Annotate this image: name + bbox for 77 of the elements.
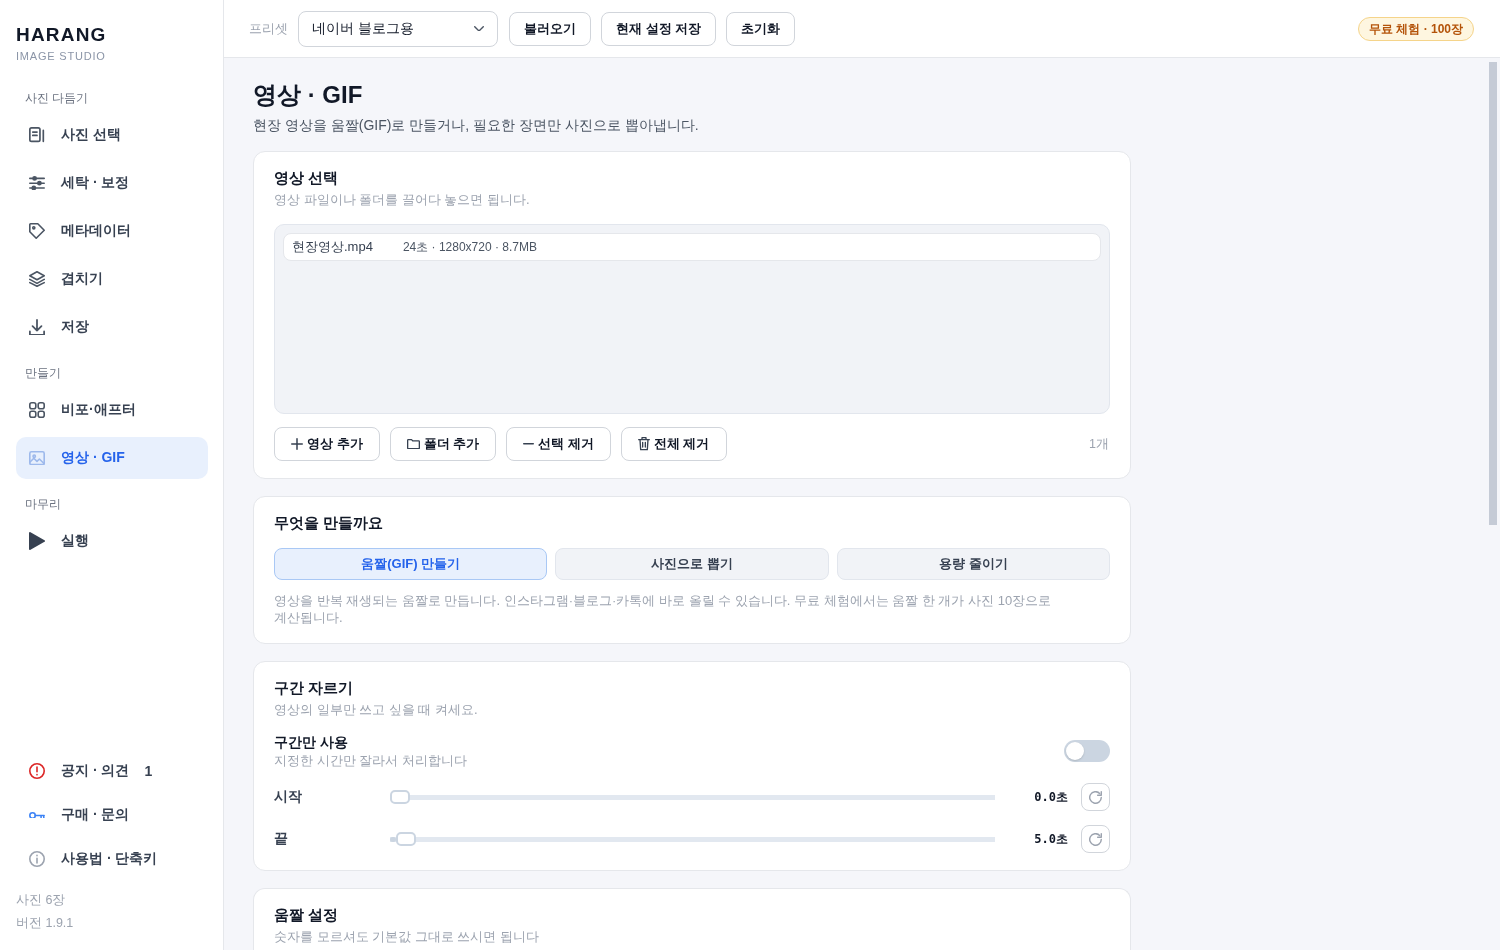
layers-icon bbox=[29, 271, 45, 287]
file-row[interactable]: 현장영상.mp4 24초 · 1280x720 · 8.7MB bbox=[283, 233, 1101, 261]
play-icon bbox=[29, 532, 45, 550]
action-button[interactable]: 전체 제거 bbox=[620, 427, 727, 461]
page-title: 영상 · GIF bbox=[253, 80, 363, 110]
action-button[interactable]: 폴더 추가 bbox=[389, 427, 497, 461]
minus-icon bbox=[523, 443, 535, 445]
notice-count: 1 bbox=[144, 763, 153, 779]
trash-icon bbox=[637, 437, 650, 451]
folder-icon bbox=[406, 438, 420, 450]
sidebar-link[interactable]: 사용법 · 단축키 bbox=[29, 850, 158, 868]
action-button[interactable]: 선택 제거 bbox=[506, 427, 611, 461]
page-subtitle: 현장 영상을 움짤(GIF)로 만들거나, 필요한 장면만 사진으로 뽑아냅니다. bbox=[253, 116, 699, 135]
sidebar-item[interactable]: 비포·애프터 bbox=[16, 389, 208, 431]
card-title: 움짤 설정 bbox=[274, 905, 339, 925]
refresh-icon bbox=[1089, 832, 1102, 846]
app-logo-text: HARANG bbox=[16, 24, 107, 46]
file-count: 1개 bbox=[1089, 435, 1109, 453]
chevron-down-icon bbox=[474, 25, 484, 32]
scrollbar-thumb[interactable] bbox=[1489, 62, 1497, 525]
status-text: 버전 1.9.1 bbox=[16, 915, 74, 932]
download-icon bbox=[29, 318, 45, 336]
file-details: 24초 · 1280x720 · 8.7MB bbox=[402, 238, 537, 256]
mode-option[interactable]: 사진으로 뽑기 bbox=[555, 548, 829, 580]
toolbar-button[interactable]: 불러오기 bbox=[509, 11, 591, 46]
slider-thumb[interactable] bbox=[390, 790, 410, 804]
card-title: 영상 선택 bbox=[274, 168, 339, 188]
mode-description: 영상을 반복 재생되는 움짤로 만듭니다. 인스타그램·블로그·카톡에 바로 올릴 수 있습니다. 무료 체험에서는 움짤 한 개가 사진 10장으로 계산됩니다. bbox=[274, 592, 1053, 626]
toggle-switch[interactable] bbox=[1064, 740, 1110, 762]
action-button[interactable]: 영상 추가 bbox=[274, 427, 380, 461]
slider-thumb[interactable] bbox=[395, 832, 416, 846]
sidebar-link[interactable]: 구매 · 문의 bbox=[29, 806, 130, 824]
slider-value: 5.0초 bbox=[1034, 830, 1068, 848]
sidebar-item[interactable]: 메타데이터 bbox=[16, 210, 208, 252]
sidebar-item[interactable]: 실행 bbox=[16, 520, 208, 562]
slider-value: 0.0초 bbox=[1034, 788, 1068, 806]
mode-option[interactable]: 움짤(GIF) 만들기 bbox=[274, 548, 548, 580]
preset-label: 프리셋 bbox=[249, 19, 288, 38]
app-tagline: IMAGE STUDIO bbox=[16, 49, 106, 63]
image-icon bbox=[29, 450, 45, 466]
reset-button[interactable] bbox=[1081, 783, 1110, 811]
mode-option[interactable]: 용량 줄이기 bbox=[836, 548, 1110, 580]
sidebar-item[interactable]: 저장 bbox=[16, 306, 208, 348]
sidebar-item[interactable]: 영상 · GIF bbox=[16, 437, 208, 479]
setting-description: 지정한 시간만 잘라서 처리합니다 bbox=[274, 752, 467, 770]
toolbar-button[interactable]: 현재 설정 저장 bbox=[601, 11, 717, 46]
sidebar-section-title: 마무리 bbox=[25, 497, 61, 512]
sidebar-link[interactable]: 공지 · 의견 bbox=[29, 762, 130, 780]
card-title: 무엇을 만들까요 bbox=[274, 513, 384, 533]
plan-badge: 무료 체험 · 100장 bbox=[1357, 16, 1474, 41]
file-list-icon bbox=[29, 127, 45, 143]
alert-icon bbox=[29, 763, 45, 779]
status-text: 사진 6장 bbox=[16, 892, 66, 909]
tag-icon bbox=[29, 223, 45, 239]
card-hint: 영상의 일부만 쓰고 싶을 때 켜세요. bbox=[274, 701, 478, 719]
sliders-icon bbox=[29, 175, 45, 191]
card-hint: 영상 파일이나 폴더를 끌어다 놓으면 됩니다. bbox=[274, 191, 530, 209]
card-hint: 숫자를 모르셔도 기본값 그대로 쓰시면 됩니다 bbox=[274, 928, 540, 946]
sidebar-item[interactable]: 세탁 · 보정 bbox=[16, 162, 208, 204]
setting-label: 구간만 사용 bbox=[274, 733, 348, 752]
drop-zone[interactable]: 현장영상.mp4 24초 · 1280x720 · 8.7MB bbox=[274, 224, 1110, 414]
slider-label: 끝 bbox=[274, 830, 288, 848]
sidebar-item[interactable]: 겹치기 bbox=[16, 258, 208, 300]
reset-button[interactable] bbox=[1081, 825, 1110, 853]
grid-icon bbox=[29, 402, 45, 418]
plus-icon bbox=[291, 438, 303, 450]
sidebar-item[interactable]: 사진 선택 bbox=[16, 114, 208, 156]
refresh-icon bbox=[1089, 790, 1102, 804]
preset-select[interactable]: 네이버 블로그용 bbox=[298, 10, 498, 47]
sidebar-section-title: 사진 다듬기 bbox=[25, 91, 89, 106]
sidebar-section-title: 만들기 bbox=[25, 366, 61, 381]
slider-label: 시작 bbox=[274, 788, 302, 806]
card-title: 구간 자르기 bbox=[274, 678, 354, 698]
key-icon bbox=[29, 811, 45, 819]
info-icon bbox=[29, 851, 45, 867]
toolbar-button[interactable]: 초기화 bbox=[726, 11, 796, 46]
file-name: 현장영상.mp4 bbox=[292, 238, 373, 256]
